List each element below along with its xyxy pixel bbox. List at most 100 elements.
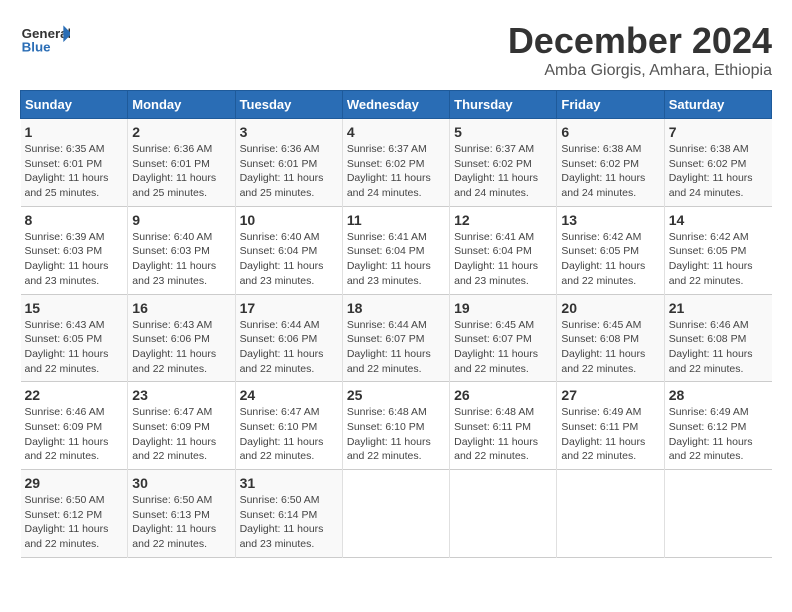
month-title: December 2024	[508, 20, 772, 62]
calendar-cell: 1 Sunrise: 6:35 AMSunset: 6:01 PMDaylight…	[21, 119, 128, 207]
day-number: 20	[561, 300, 659, 316]
calendar-cell	[450, 470, 557, 558]
day-number: 28	[669, 387, 768, 403]
calendar-cell: 24 Sunrise: 6:47 AMSunset: 6:10 PMDayligh…	[235, 382, 342, 470]
logo-icon: General Blue	[20, 20, 70, 60]
calendar-cell: 22Sunrise: 6:46 AMSunset: 6:09 PMDayligh…	[21, 382, 128, 470]
calendar-table: SundayMondayTuesdayWednesdayThursdayFrid…	[20, 90, 772, 558]
calendar-week-row: 8Sunrise: 6:39 AMSunset: 6:03 PMDaylight…	[21, 206, 772, 294]
day-info: Sunrise: 6:36 AMSunset: 6:01 PMDaylight:…	[240, 142, 338, 201]
calendar-week-row: 29 Sunrise: 6:50 AMSunset: 6:12 PMDayligh…	[21, 470, 772, 558]
calendar-cell: 8Sunrise: 6:39 AMSunset: 6:03 PMDaylight…	[21, 206, 128, 294]
day-info: Sunrise: 6:36 AMSunset: 6:01 PMDaylight:…	[132, 142, 230, 201]
day-info: Sunrise: 6:50 AMSunset: 6:12 PMDaylight:…	[25, 493, 124, 552]
day-number: 6	[561, 124, 659, 140]
day-info: Sunrise: 6:43 AMSunset: 6:06 PMDaylight:…	[132, 318, 230, 377]
day-number: 27	[561, 387, 659, 403]
day-info: Sunrise: 6:42 AMSunset: 6:05 PMDaylight:…	[669, 230, 768, 289]
calendar-cell: 25 Sunrise: 6:48 AMSunset: 6:10 PMDayligh…	[342, 382, 449, 470]
day-number: 1	[25, 124, 124, 140]
day-number: 10	[240, 212, 338, 228]
calendar-cell: 3 Sunrise: 6:36 AMSunset: 6:01 PMDaylight…	[235, 119, 342, 207]
day-info: Sunrise: 6:46 AMSunset: 6:08 PMDaylight:…	[669, 318, 768, 377]
day-number: 14	[669, 212, 768, 228]
calendar-cell: 29 Sunrise: 6:50 AMSunset: 6:12 PMDayligh…	[21, 470, 128, 558]
day-number: 31	[240, 475, 338, 491]
day-info: Sunrise: 6:50 AMSunset: 6:13 PMDaylight:…	[132, 493, 230, 552]
calendar-cell: 15Sunrise: 6:43 AMSunset: 6:05 PMDayligh…	[21, 294, 128, 382]
day-info: Sunrise: 6:38 AMSunset: 6:02 PMDaylight:…	[669, 142, 768, 201]
day-info: Sunrise: 6:47 AMSunset: 6:10 PMDaylight:…	[240, 405, 338, 464]
calendar-cell	[342, 470, 449, 558]
calendar-cell: 2 Sunrise: 6:36 AMSunset: 6:01 PMDaylight…	[128, 119, 235, 207]
day-info: Sunrise: 6:37 AMSunset: 6:02 PMDaylight:…	[454, 142, 552, 201]
day-number: 23	[132, 387, 230, 403]
location-subtitle: Amba Giorgis, Amhara, Ethiopia	[508, 62, 772, 80]
calendar-cell: 9Sunrise: 6:40 AMSunset: 6:03 PMDaylight…	[128, 206, 235, 294]
day-number: 19	[454, 300, 552, 316]
calendar-week-row: 22Sunrise: 6:46 AMSunset: 6:09 PMDayligh…	[21, 382, 772, 470]
calendar-cell	[557, 470, 664, 558]
calendar-cell: 16 Sunrise: 6:43 AMSunset: 6:06 PMDayligh…	[128, 294, 235, 382]
calendar-cell: 17Sunrise: 6:44 AMSunset: 6:06 PMDayligh…	[235, 294, 342, 382]
day-info: Sunrise: 6:44 AMSunset: 6:07 PMDaylight:…	[347, 318, 445, 377]
day-info: Sunrise: 6:41 AMSunset: 6:04 PMDaylight:…	[347, 230, 445, 289]
day-info: Sunrise: 6:43 AMSunset: 6:05 PMDaylight:…	[25, 318, 124, 377]
calendar-cell: 21Sunrise: 6:46 AMSunset: 6:08 PMDayligh…	[664, 294, 771, 382]
day-number: 7	[669, 124, 768, 140]
day-number: 3	[240, 124, 338, 140]
calendar-cell: 26 Sunrise: 6:48 AMSunset: 6:11 PMDayligh…	[450, 382, 557, 470]
calendar-cell: 13 Sunrise: 6:42 AMSunset: 6:05 PMDayligh…	[557, 206, 664, 294]
day-info: Sunrise: 6:44 AMSunset: 6:06 PMDaylight:…	[240, 318, 338, 377]
calendar-cell: 19 Sunrise: 6:45 AMSunset: 6:07 PMDayligh…	[450, 294, 557, 382]
day-number: 2	[132, 124, 230, 140]
title-block: December 2024 Amba Giorgis, Amhara, Ethi…	[508, 20, 772, 80]
calendar-cell: 11 Sunrise: 6:41 AMSunset: 6:04 PMDayligh…	[342, 206, 449, 294]
header-row: SundayMondayTuesdayWednesdayThursdayFrid…	[21, 91, 772, 119]
day-info: Sunrise: 6:49 AMSunset: 6:12 PMDaylight:…	[669, 405, 768, 464]
column-header-saturday: Saturday	[664, 91, 771, 119]
day-info: Sunrise: 6:41 AMSunset: 6:04 PMDaylight:…	[454, 230, 552, 289]
day-number: 11	[347, 212, 445, 228]
day-number: 25	[347, 387, 445, 403]
day-number: 29	[25, 475, 124, 491]
day-number: 18	[347, 300, 445, 316]
day-info: Sunrise: 6:42 AMSunset: 6:05 PMDaylight:…	[561, 230, 659, 289]
svg-text:Blue: Blue	[22, 39, 51, 54]
day-info: Sunrise: 6:40 AMSunset: 6:03 PMDaylight:…	[132, 230, 230, 289]
day-info: Sunrise: 6:48 AMSunset: 6:10 PMDaylight:…	[347, 405, 445, 464]
day-number: 22	[25, 387, 124, 403]
day-info: Sunrise: 6:45 AMSunset: 6:07 PMDaylight:…	[454, 318, 552, 377]
calendar-cell: 4Sunrise: 6:37 AMSunset: 6:02 PMDaylight…	[342, 119, 449, 207]
calendar-cell: 18 Sunrise: 6:44 AMSunset: 6:07 PMDayligh…	[342, 294, 449, 382]
calendar-cell: 28 Sunrise: 6:49 AMSunset: 6:12 PMDayligh…	[664, 382, 771, 470]
day-info: Sunrise: 6:49 AMSunset: 6:11 PMDaylight:…	[561, 405, 659, 464]
calendar-cell: 5 Sunrise: 6:37 AMSunset: 6:02 PMDaylight…	[450, 119, 557, 207]
column-header-wednesday: Wednesday	[342, 91, 449, 119]
calendar-cell: 7 Sunrise: 6:38 AMSunset: 6:02 PMDaylight…	[664, 119, 771, 207]
column-header-monday: Monday	[128, 91, 235, 119]
page-header: General Blue December 2024 Amba Giorgis,…	[20, 20, 772, 80]
day-number: 24	[240, 387, 338, 403]
day-info: Sunrise: 6:35 AMSunset: 6:01 PMDaylight:…	[25, 142, 124, 201]
day-number: 26	[454, 387, 552, 403]
day-number: 30	[132, 475, 230, 491]
day-info: Sunrise: 6:45 AMSunset: 6:08 PMDaylight:…	[561, 318, 659, 377]
day-number: 8	[25, 212, 124, 228]
calendar-cell: 30 Sunrise: 6:50 AMSunset: 6:13 PMDayligh…	[128, 470, 235, 558]
calendar-cell: 14 Sunrise: 6:42 AMSunset: 6:05 PMDayligh…	[664, 206, 771, 294]
calendar-cell: 12 Sunrise: 6:41 AMSunset: 6:04 PMDayligh…	[450, 206, 557, 294]
calendar-cell	[664, 470, 771, 558]
day-info: Sunrise: 6:40 AMSunset: 6:04 PMDaylight:…	[240, 230, 338, 289]
calendar-cell: 20 Sunrise: 6:45 AMSunset: 6:08 PMDayligh…	[557, 294, 664, 382]
day-info: Sunrise: 6:50 AMSunset: 6:14 PMDaylight:…	[240, 493, 338, 552]
day-number: 5	[454, 124, 552, 140]
column-header-tuesday: Tuesday	[235, 91, 342, 119]
column-header-friday: Friday	[557, 91, 664, 119]
day-info: Sunrise: 6:48 AMSunset: 6:11 PMDaylight:…	[454, 405, 552, 464]
day-number: 16	[132, 300, 230, 316]
day-number: 13	[561, 212, 659, 228]
day-number: 12	[454, 212, 552, 228]
day-info: Sunrise: 6:47 AMSunset: 6:09 PMDaylight:…	[132, 405, 230, 464]
calendar-cell: 10 Sunrise: 6:40 AMSunset: 6:04 PMDayligh…	[235, 206, 342, 294]
